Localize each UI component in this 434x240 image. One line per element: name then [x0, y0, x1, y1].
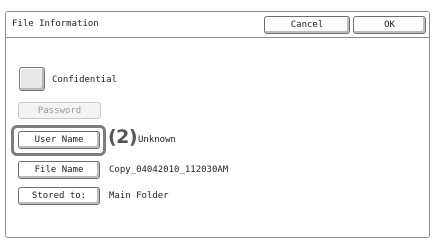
ok-button[interactable]: OK [353, 16, 426, 34]
file-name-button[interactable]: File Name [18, 161, 100, 179]
password-button: Password [18, 102, 101, 119]
stored-to-button[interactable]: Stored to: [18, 187, 100, 205]
file-name-value: Copy_04042010_112030AM [109, 165, 229, 175]
file-information-dialog: File Information Cancel OK Confidential … [5, 11, 430, 238]
user-name-button[interactable]: User Name [18, 131, 100, 149]
cancel-button[interactable]: Cancel [264, 16, 350, 34]
confidential-checkbox[interactable] [19, 67, 45, 91]
stored-to-value: Main Folder [109, 191, 169, 201]
user-name-value: Unknown [137, 135, 176, 145]
step-callout: (2) [108, 126, 138, 148]
confidential-label: Confidential [52, 75, 118, 85]
dialog-title: File Information [12, 19, 99, 29]
dialog-title-bar: File Information Cancel OK [6, 12, 429, 38]
